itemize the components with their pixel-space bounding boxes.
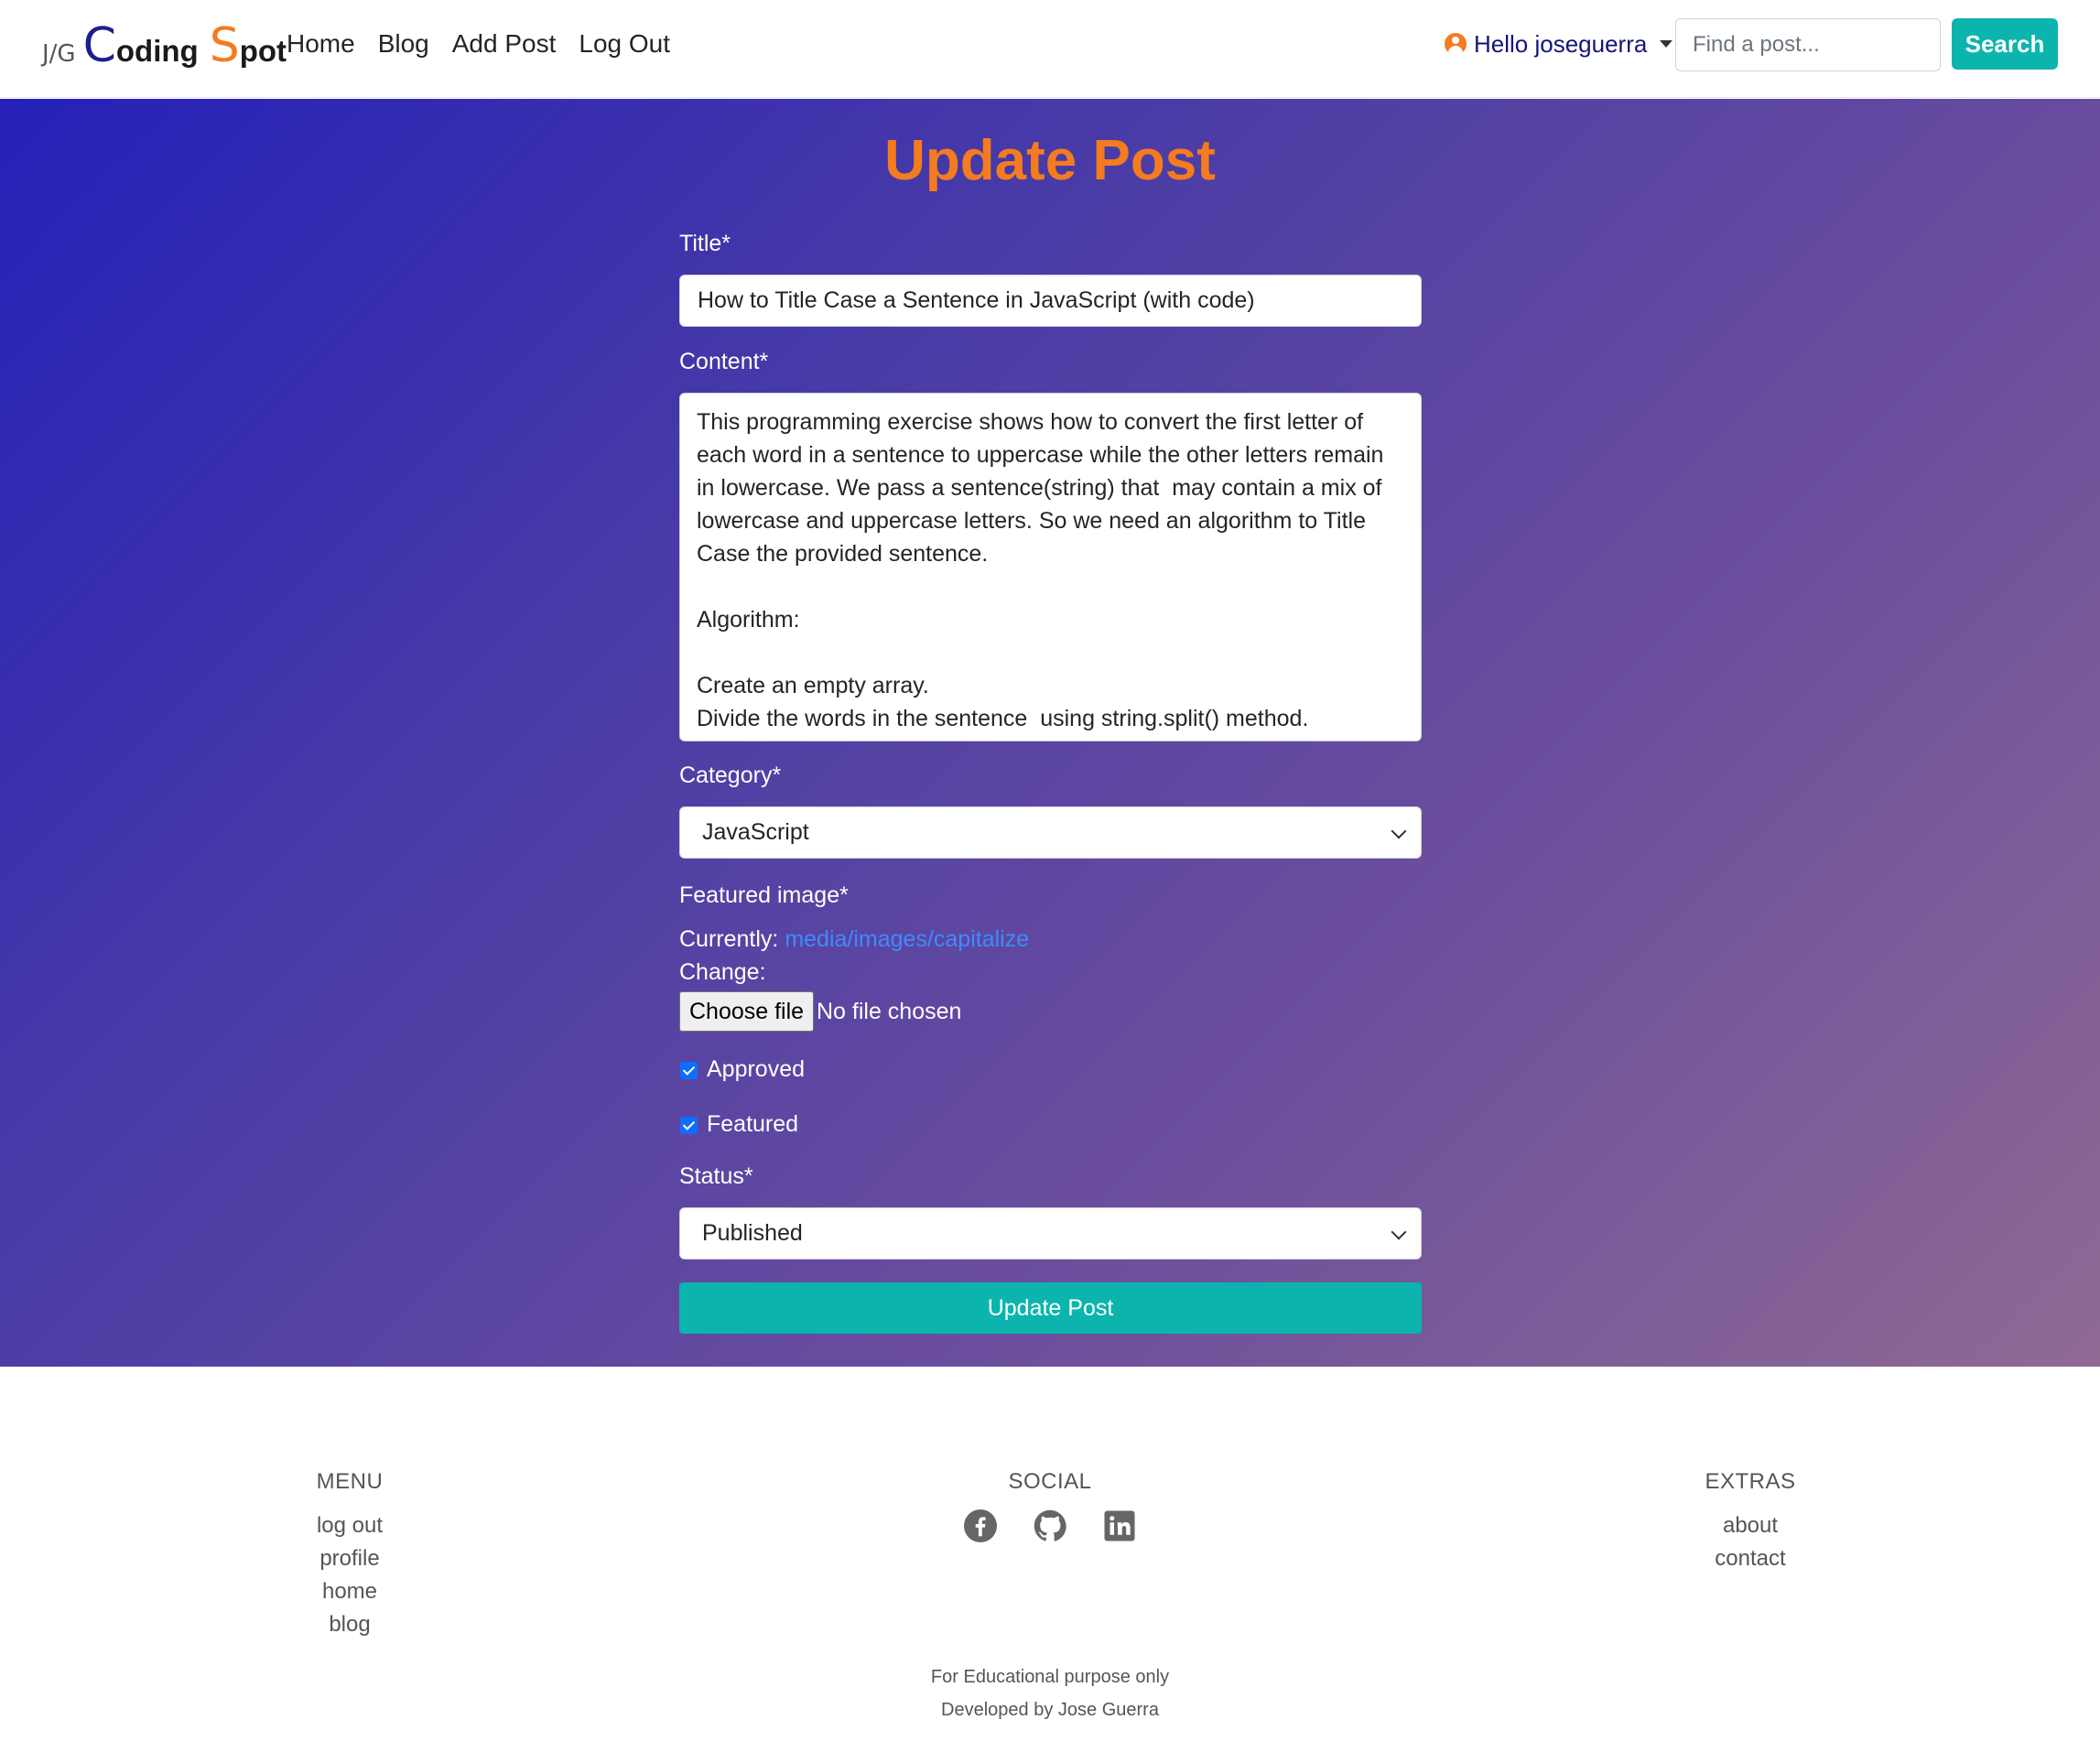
category-selected-value: JavaScript [702,819,809,845]
search-button[interactable]: Search [1952,18,2058,70]
footer-menu-heading: MENU [316,1469,384,1494]
footer-link-contact[interactable]: contact [1631,1542,1869,1575]
user-greeting: Hello joseguerra [1474,30,1648,58]
featured-label: Featured [707,1111,799,1137]
footer-extras-heading: EXTRAS [1705,1469,1796,1494]
footer-link-about[interactable]: about [1631,1509,1869,1542]
footer-link-blog[interactable]: blog [231,1608,469,1641]
footer-social-heading: SOCIAL [1008,1469,1092,1494]
nav-home-link[interactable]: Home [287,26,355,62]
current-image: Currently: media/images/capitalize [679,926,1029,953]
status-select[interactable]: Published [679,1207,1422,1260]
footer-extras-column: EXTRAS about contact [1631,1469,1869,1575]
nav-log-out-link[interactable]: Log Out [579,26,670,62]
logo-prefix: J/G [42,40,76,68]
title-label: Title* [679,231,731,256]
featured-image-label: Featured image* [679,882,849,908]
current-image-link[interactable]: media/images/capitalize [785,926,1029,952]
footer-link-home[interactable]: home [231,1575,469,1608]
change-label: Change: [679,959,766,985]
page-title: Update Post [884,129,1216,192]
nav-blog-link[interactable]: Blog [378,26,429,62]
facebook-icon[interactable] [964,1509,997,1542]
user-dropdown[interactable]: Hello joseguerra [1445,27,1673,60]
footer-menu-column: MENU log out profile home blog [231,1469,469,1641]
search-input[interactable] [1675,18,1941,71]
footer-link-log-out[interactable]: log out [231,1509,469,1542]
category-label: Category* [679,762,782,788]
no-file-text: No file chosen [817,999,962,1024]
logo-text-oding: oding [115,34,199,68]
site-footer: MENU log out profile home blog SOCIAL EX… [0,1367,2100,1752]
choose-file-button[interactable]: Choose file [679,991,815,1032]
content-label: Content* [679,349,769,374]
nav-add-post-link[interactable]: Add Post [452,26,557,62]
status-selected-value: Published [702,1220,803,1246]
linkedin-icon[interactable] [1103,1509,1136,1542]
approved-label: Approved [707,1056,806,1082]
update-post-button[interactable]: Update Post [679,1282,1422,1334]
nav-links: Home Blog Add Post Log Out [287,26,693,62]
currently-label: Currently: [679,926,779,952]
logo-letter-s: S [209,18,240,73]
category-select[interactable]: JavaScript [679,806,1422,859]
footer-social-column: SOCIAL [931,1469,1169,1542]
chevron-down-icon [1391,1224,1407,1240]
site-logo[interactable]: J/G C oding S pot [42,22,287,77]
chevron-down-icon [1391,823,1407,839]
footer-link-profile[interactable]: profile [231,1542,469,1575]
approved-checkbox[interactable] [680,1062,698,1079]
user-circle-icon [1445,33,1467,55]
logo-text-pot: pot [239,34,287,68]
footer-note-educational: For Educational purpose only [930,1667,1170,1687]
social-icons [931,1509,1169,1542]
logo-letter-c: C [82,18,116,73]
caret-down-icon [1660,40,1673,48]
footer-note-developer: Developed by Jose Guerra [941,1700,1159,1720]
update-post-section: Update Post Title* How to Title Case a S… [0,99,2100,1367]
top-navbar: J/G C oding S pot Home Blog Add Post Log… [0,0,2100,98]
title-input[interactable]: How to Title Case a Sentence in JavaScri… [679,275,1422,327]
content-textarea[interactable]: This programming exercise shows how to c… [679,393,1422,741]
featured-checkbox[interactable] [680,1117,698,1134]
status-label: Status* [679,1163,753,1189]
github-icon[interactable] [1034,1509,1066,1542]
